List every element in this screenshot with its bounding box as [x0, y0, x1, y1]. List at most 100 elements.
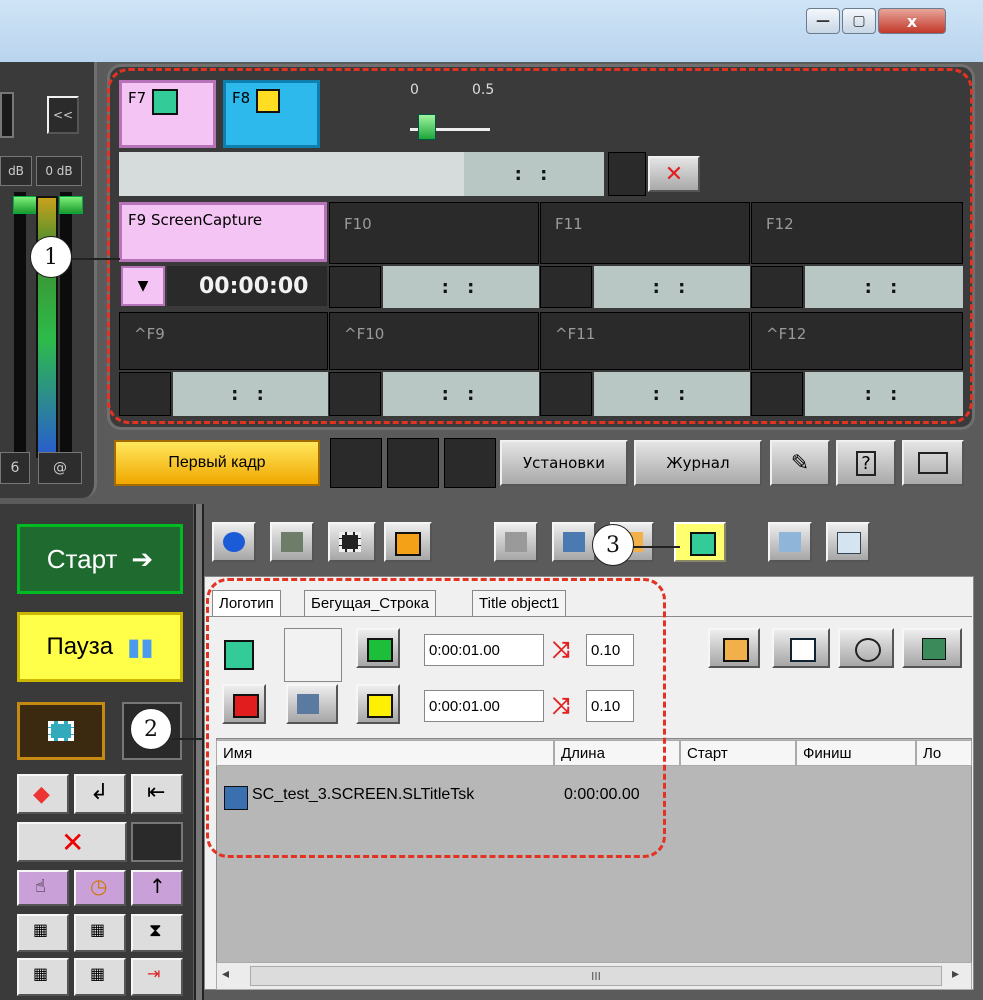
- reload-icon: [723, 638, 749, 662]
- help-button[interactable]: ?: [836, 440, 896, 486]
- draw-button[interactable]: [270, 522, 314, 562]
- scroll-right-icon[interactable]: ▸: [952, 966, 968, 986]
- hourglass-button[interactable]: ⧗: [131, 914, 183, 952]
- preset-1-icon: ▦: [33, 920, 49, 939]
- settings-button[interactable]: Установки: [500, 440, 628, 486]
- return-icon: ↲: [90, 780, 109, 805]
- hand-icon: ☝: [35, 876, 46, 897]
- hand-button[interactable]: ☝: [17, 870, 69, 906]
- brush-icon: [281, 532, 303, 552]
- preset-4-button[interactable]: ▦: [74, 958, 126, 996]
- hourglass-icon: ⧗: [149, 920, 162, 941]
- column-finish[interactable]: Финиш: [796, 740, 916, 766]
- notes-button[interactable]: [826, 522, 870, 562]
- volume-track-right: [60, 192, 72, 454]
- preset-4-icon: ▦: [90, 964, 106, 983]
- volume-fader-left[interactable]: [13, 196, 37, 214]
- callout-3: 3: [592, 524, 634, 566]
- highlight-area-1: [107, 68, 973, 424]
- maximize-icon: ▢: [852, 13, 866, 29]
- audio-edge: [0, 92, 14, 138]
- search-icon: [855, 638, 881, 662]
- export-icon: [779, 532, 801, 552]
- maximize-button[interactable]: ▢: [842, 8, 876, 34]
- collapse-icon: <<: [52, 108, 74, 122]
- clock-icon: ◷: [90, 874, 108, 898]
- pen-button[interactable]: ✎: [770, 440, 830, 486]
- scroll-left-icon[interactable]: ◂: [222, 966, 242, 986]
- transition-icon: ⇥: [147, 964, 161, 983]
- scroll-thumb[interactable]: III: [250, 966, 942, 986]
- audio-icon: [395, 532, 421, 556]
- minimize-button[interactable]: —: [806, 8, 840, 34]
- edit-object-button[interactable]: [902, 628, 962, 668]
- transition-button[interactable]: ⇥: [131, 958, 183, 996]
- slot-2: [387, 438, 439, 488]
- film-button[interactable]: [17, 702, 105, 760]
- start-button[interactable]: Старт ➔: [17, 524, 183, 594]
- minimize-icon: —: [816, 13, 830, 29]
- db-label-right: 0 dB: [36, 156, 82, 186]
- delete-button[interactable]: ✕: [17, 822, 127, 862]
- edit-image-icon: [505, 532, 527, 552]
- volume-fader-right[interactable]: [59, 196, 83, 214]
- collapse-button[interactable]: <<: [47, 96, 79, 134]
- pause-label: Пауза: [46, 633, 114, 660]
- at-button[interactable]: @: [38, 452, 82, 484]
- prev-button[interactable]: ◆: [17, 774, 69, 814]
- search-button[interactable]: [838, 628, 894, 668]
- list-button[interactable]: [772, 628, 830, 668]
- slot-3: [444, 438, 496, 488]
- callout-2: 2: [130, 708, 172, 750]
- delete-icon: ✕: [61, 826, 85, 859]
- preset-2-button[interactable]: ▦: [74, 914, 126, 952]
- title-object-icon: [690, 532, 716, 556]
- column-lo[interactable]: Ло: [916, 740, 972, 766]
- arrow-left-icon: ◆: [33, 782, 50, 807]
- return-button[interactable]: ↲: [74, 774, 126, 814]
- register-button[interactable]: [212, 522, 256, 562]
- export-button[interactable]: [768, 522, 812, 562]
- folder-icon: [918, 452, 948, 474]
- pen-icon: ✎: [790, 450, 810, 476]
- db-label-left: dB: [0, 156, 32, 186]
- column-start[interactable]: Старт: [680, 740, 796, 766]
- registered-icon: [223, 532, 245, 552]
- slot-1: [330, 438, 382, 488]
- list-icon: [790, 638, 816, 662]
- open-folder-button[interactable]: [902, 440, 964, 486]
- audio-button[interactable]: [384, 522, 432, 562]
- pause-button[interactable]: Пауза ▮▮: [17, 612, 183, 682]
- empty-slot-2: [131, 822, 183, 862]
- film-icon: [48, 721, 74, 741]
- video-button[interactable]: [552, 522, 596, 562]
- notes-icon: [837, 532, 861, 554]
- preset-1-button[interactable]: ▦: [17, 914, 69, 952]
- pause-icon: ▮▮: [127, 633, 154, 661]
- clock-button[interactable]: ◷: [74, 870, 126, 906]
- callout-1: 1: [30, 236, 72, 278]
- edit-object-icon: [922, 638, 946, 660]
- video-icon: [563, 532, 585, 552]
- channel-number: 6: [0, 452, 30, 484]
- first-frame-button[interactable]: Первый кадр: [114, 440, 320, 486]
- up-button[interactable]: ↑: [131, 870, 183, 906]
- close-icon: x: [906, 11, 918, 31]
- journal-button[interactable]: Журнал: [634, 440, 762, 486]
- highlight-area-2: [206, 578, 666, 858]
- title-object-button[interactable]: [674, 522, 726, 562]
- back-button[interactable]: ⇤: [131, 774, 183, 814]
- start-label: Старт: [46, 543, 118, 574]
- callout-line-2: [172, 738, 208, 740]
- arrow-right-icon: ➔: [131, 543, 154, 574]
- splitter[interactable]: [194, 504, 204, 1000]
- preset-2-icon: ▦: [90, 920, 106, 939]
- arrow-up-icon: ↑: [149, 874, 166, 898]
- close-button[interactable]: x: [878, 8, 946, 34]
- preset-3-button[interactable]: ▦: [17, 958, 69, 996]
- edit-image-button[interactable]: [494, 522, 538, 562]
- reload-button[interactable]: [708, 628, 760, 668]
- help-icon: ?: [856, 450, 876, 476]
- callout-line-3: [630, 546, 680, 548]
- clip-button[interactable]: [328, 522, 376, 562]
